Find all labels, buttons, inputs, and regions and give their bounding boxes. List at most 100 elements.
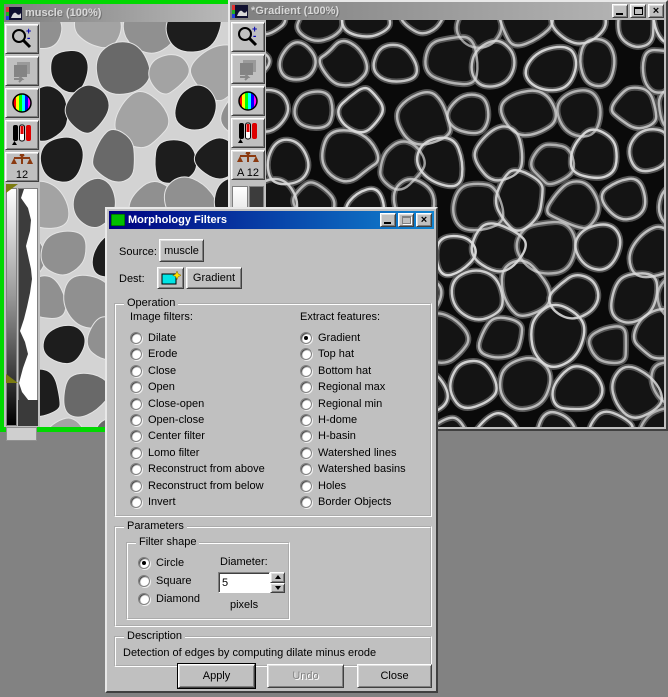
muscle-toolbar: + - 12 [4,22,40,441]
radio-button[interactable] [300,332,312,344]
radio-option-top-hat[interactable]: Top hat [300,347,354,361]
radio-label: Open [148,381,175,394]
radio-option-center-filter[interactable]: Center filter [130,429,205,443]
levels-icon[interactable] [231,118,265,148]
diameter-spin-up[interactable] [270,572,285,583]
undo-button[interactable]: Undo [267,664,344,688]
radio-button[interactable] [130,446,142,459]
radio-button[interactable] [138,575,150,587]
source-button[interactable]: muscle [159,239,204,262]
radio-option-close-open[interactable]: Close-open [130,397,204,411]
close-button[interactable]: Close [357,664,432,688]
radio-option-holes[interactable]: Holes [300,479,346,493]
radio-option-h-dome[interactable]: H-dome [300,413,357,427]
radio-option-erode[interactable]: Erode [130,347,177,361]
radio-option-h-basin[interactable]: H-basin [300,429,356,443]
dest-label: Dest: [119,273,145,285]
zoom-tool-icon[interactable]: + - [231,22,265,52]
apply-button[interactable]: Apply [177,663,256,689]
new-image-button[interactable] [157,267,184,289]
dest-button[interactable]: Gradient [186,267,242,289]
description-group: Description Detection of edges by comput… [114,630,432,667]
radio-button[interactable] [300,397,312,410]
radio-button[interactable] [300,496,312,508]
calibration-icon[interactable]: 12 [5,152,39,182]
image-document-icon [6,6,22,20]
svg-text:-: - [27,33,30,44]
radio-option-regional-max[interactable]: Regional max [300,380,385,394]
radio-button[interactable] [130,496,142,508]
radio-label: Square [156,575,192,587]
radio-option-gradient[interactable]: Gradient [300,331,360,345]
radio-button[interactable] [300,430,312,443]
radio-option-reconstruct-from-above[interactable]: Reconstruct from above [130,462,265,476]
close-button[interactable]: × [648,4,664,18]
zoom-tool-icon[interactable]: + - [5,24,39,54]
radio-button[interactable] [130,397,142,410]
radio-button[interactable] [300,364,312,377]
radio-button[interactable] [130,364,142,377]
maximize-button[interactable] [630,4,646,18]
minimize-button[interactable] [612,4,628,18]
levels-icon[interactable] [5,120,39,150]
close-button[interactable]: × [416,213,432,227]
radio-option-regional-min[interactable]: Regional min [300,397,382,411]
threshold-marker-bottom[interactable] [6,374,18,383]
radio-button[interactable] [300,381,312,394]
radio-option-watershed-lines[interactable]: Watershed lines [300,446,396,460]
radio-button[interactable] [300,446,312,459]
radio-option-close[interactable]: Close [130,364,176,378]
duplicate-image-icon[interactable] [5,56,39,86]
radio-label: H-basin [318,430,356,443]
radio-label: Diamond [156,593,201,605]
image-filters-label: Image filters: [130,311,193,323]
radio-button[interactable] [300,479,312,492]
radio-label: Bottom hat [318,364,372,377]
gradient-window-title: *Gradient (100%) [251,5,340,17]
radio-button[interactable] [130,479,142,492]
muscle-window-titlebar[interactable]: muscle (100%) [4,4,228,22]
radio-option-circle[interactable]: Circle [138,556,184,570]
radio-button[interactable] [300,414,312,426]
radio-button[interactable] [130,348,142,361]
radio-button[interactable] [130,414,142,426]
radio-option-lomo-filter[interactable]: Lomo filter [130,446,199,460]
gradient-window-titlebar[interactable]: *Gradient (100%) × [230,2,666,20]
histogram-plot [19,189,37,425]
diameter-input[interactable] [218,572,270,593]
radio-option-open-close[interactable]: Open-close [130,413,204,427]
radio-button[interactable] [130,430,142,443]
duplicate-image-icon[interactable] [231,54,265,84]
radio-button[interactable] [130,381,142,394]
radio-option-square[interactable]: Square [138,574,191,588]
radio-option-border-objects[interactable]: Border Objects [300,495,391,509]
radio-option-dilate[interactable]: Dilate [130,331,176,345]
radio-button[interactable] [138,557,150,569]
radio-option-reconstruct-from-below[interactable]: Reconstruct from below [130,479,264,493]
radio-button[interactable] [130,463,142,476]
radio-button[interactable] [300,463,312,476]
radio-button[interactable] [130,332,142,344]
description-legend: Description [124,630,186,642]
minimize-button[interactable] [380,213,396,227]
radio-option-watershed-basins[interactable]: Watershed basins [300,462,406,476]
radio-option-open[interactable]: Open [130,380,175,394]
radio-option-bottom-hat[interactable]: Bottom hat [300,364,371,378]
radio-label: Close-open [148,397,205,410]
radio-button[interactable] [300,348,312,361]
radio-option-diamond[interactable]: Diamond [138,592,200,606]
calibration-label-gradient: A 12 [237,167,259,179]
palette-icon[interactable] [5,88,39,118]
diameter-label: Diameter: [220,556,268,568]
calibration-label-muscle: 12 [16,169,28,181]
calibration-icon[interactable]: A 12 [231,150,265,180]
radio-option-invert[interactable]: Invert [130,495,176,509]
description-text: Detection of edges by computing dilate m… [123,647,377,659]
threshold-marker-top[interactable] [6,184,18,193]
radio-label: Gradient [318,332,361,344]
radio-button[interactable] [138,593,150,605]
palette-icon[interactable] [231,86,265,116]
diameter-spin-down[interactable] [270,582,285,593]
radio-label: Holes [318,479,347,492]
dialog-titlebar[interactable]: Morphology Filters × [109,211,434,229]
